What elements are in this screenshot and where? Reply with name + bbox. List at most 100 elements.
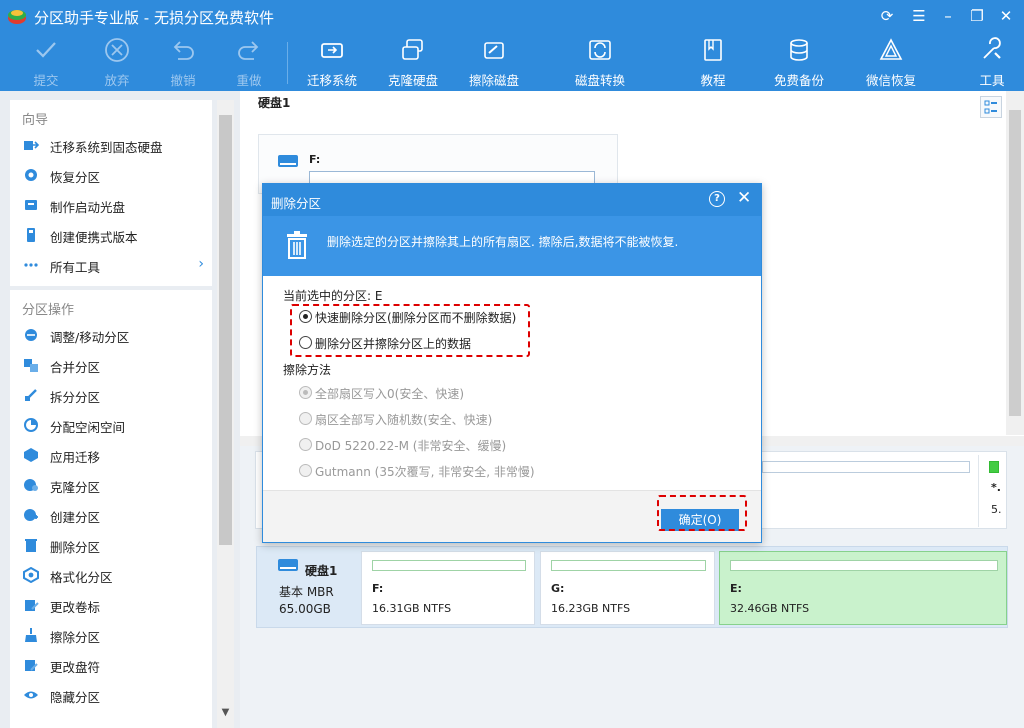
wipe-disk-button[interactable]: 擦除磁盘 [462, 32, 526, 91]
tools-button[interactable]: 工具 [968, 32, 1016, 91]
radio-dot[interactable] [299, 438, 312, 451]
label-icon [25, 600, 39, 611]
free-backup-label: 免费备份 [773, 73, 824, 88]
sidebar-item-label: 恢复分区 [50, 170, 101, 185]
disk-icon [278, 559, 298, 571]
partial-usage-bar [762, 461, 970, 473]
menu-icon[interactable]: ☰ [909, 6, 929, 26]
partition-bar [730, 560, 998, 571]
partition-letter: F: [372, 582, 384, 595]
toolbar-separator [287, 42, 288, 84]
sidebar-item-label: 分配空闲空间 [50, 420, 126, 435]
sidebar-item-split[interactable]: 拆分分区 [10, 381, 212, 409]
main-scroll-thumb[interactable] [1009, 110, 1021, 416]
title-bar: 分区助手专业版 - 无损分区免费软件 ⟳ ☰ – ❐ ✕ [0, 0, 1024, 32]
sidebar-item-drive-letter[interactable]: 更改盘符 [10, 651, 212, 679]
scroll-down-icon[interactable]: ▼ [217, 704, 234, 721]
radio-dot[interactable] [299, 386, 312, 399]
recover-icon [25, 169, 37, 181]
sidebar-item-label: 迁移系统到固态硬盘 [50, 140, 163, 155]
disk-convert-icon [589, 40, 611, 60]
current-partition-label: 当前选中的分区: E [283, 289, 383, 303]
sidebar-item-app-migrate[interactable]: 应用迁移 [10, 441, 212, 469]
undo-button[interactable]: 撤销 [154, 32, 212, 91]
refresh-icon[interactable]: ⟳ [877, 6, 897, 26]
tutorial-button[interactable]: 教程 [684, 32, 742, 91]
window-title: 分区助手专业版 - 无损分区免费软件 [34, 9, 274, 27]
partition-cell-f[interactable]: F: 16.31GB NTFS [361, 551, 535, 625]
disk-convert-button[interactable]: 磁盘转换 [567, 32, 633, 91]
sidebar-item-label: 创建分区 [50, 510, 101, 525]
sidebar-scroll-thumb[interactable] [219, 115, 232, 545]
help-icon[interactable]: ? [709, 191, 725, 207]
sidebar-item-clone-partition[interactable]: 克隆分区 [10, 471, 212, 499]
disk-info: 硬盘1 基本 MBR 65.00GB [257, 547, 357, 627]
radio-label: 扇区全部写入随机数(安全、快速) [315, 413, 493, 427]
sidebar-item-migrate-ssd[interactable]: 迁移系统到固态硬盘 [10, 131, 212, 159]
app-window: 分区助手专业版 - 无损分区免费软件 ⟳ ☰ – ❐ ✕ 提交 放弃 撤销 重做… [0, 0, 1024, 728]
sidebar-item-allocate[interactable]: 分配空闲空间 [10, 411, 212, 439]
maximize-icon[interactable]: ❐ [967, 6, 987, 26]
resize-icon [25, 329, 37, 341]
dialog-warning-text: 删除选定的分区并擦除其上的所有扇区. 擦除后,数据将不能被恢复. [327, 235, 679, 249]
migrate-os-button[interactable]: 迁移系统 [300, 32, 364, 91]
view-toggle-icon[interactable] [980, 96, 1002, 118]
sidebar-item-delete-partition[interactable]: 删除分区 [10, 531, 212, 559]
partition-letter: E: [730, 582, 742, 595]
redo-icon [238, 41, 259, 60]
hide-icon [24, 691, 38, 699]
sidebar-item-label: 应用迁移 [50, 450, 101, 465]
sidebar-item-wipe-partition[interactable]: 擦除分区 [10, 621, 212, 649]
discard-button[interactable]: 放弃 [88, 32, 146, 91]
sidebar-item-hide[interactable]: 隐藏分区 [10, 681, 212, 709]
sidebar-item-label: 所有工具 [50, 260, 101, 275]
check-icon [36, 42, 56, 58]
sidebar-item-label: 格式化分区 [50, 570, 113, 585]
sidebar-item-all-tools[interactable]: 所有工具 › [10, 251, 212, 279]
sidebar-item-merge[interactable]: 合并分区 [10, 351, 212, 379]
wechat-recovery-button[interactable]: 微信恢复 [857, 32, 925, 91]
format-icon [23, 567, 39, 583]
sidebar-item-create-partition[interactable]: 创建分区 [10, 501, 212, 529]
all-tools-icon [24, 263, 38, 267]
partition-size: 16.31GB NTFS [372, 602, 452, 615]
sidebar-item-change-label[interactable]: 更改卷标 [10, 591, 212, 619]
partition-cell-e[interactable]: E: 32.46GB NTFS [719, 551, 1007, 625]
sidebar-item-label: 隐藏分区 [50, 690, 101, 705]
partial-label: *. [991, 481, 1001, 494]
partition-ops-title: 分区操作 [22, 303, 75, 318]
redo-button[interactable]: 重做 [220, 32, 278, 91]
sidebar-item-portable[interactable]: 创建便携式版本 [10, 221, 212, 249]
free-backup-button[interactable]: 免费备份 [765, 32, 833, 91]
sidebar-item-label: 拆分分区 [50, 390, 101, 405]
wipe-disk-label: 擦除磁盘 [468, 73, 519, 88]
sidebar-item-recover[interactable]: 恢复分区 [10, 161, 212, 189]
dialog-close-icon[interactable]: ✕ [737, 188, 751, 208]
sidebar-item-label: 调整/移动分区 [50, 330, 130, 345]
clone-disk-button[interactable]: 克隆硬盘 [381, 32, 445, 91]
backup-icon [790, 39, 808, 61]
sidebar-item-label: 更改卷标 [50, 600, 101, 615]
radio-label: DoD 5220.22-M (非常安全、缓慢) [315, 439, 507, 453]
disk-row[interactable]: 硬盘1 基本 MBR 65.00GB F: 16.31GB NTFS G: 16… [256, 546, 1008, 628]
create-partition-icon [24, 509, 38, 521]
migrate-os-label: 迁移系统 [306, 73, 357, 88]
partition-ops-section: 分区操作 调整/移动分区 合并分区 拆分分区 分配空闲空间 应用迁移 克隆分区 … [10, 290, 212, 728]
undo-label: 撤销 [170, 73, 196, 88]
boot-disc-icon [25, 200, 37, 210]
portable-icon [27, 228, 35, 242]
discard-label: 放弃 [104, 73, 130, 88]
partition-cell-g[interactable]: G: 16.23GB NTFS [540, 551, 715, 625]
toolbar: 提交 放弃 撤销 重做 迁移系统 克隆硬盘 擦除磁盘 磁盘转换 教程 免费备份 … [0, 32, 1024, 91]
close-icon[interactable]: ✕ [996, 6, 1016, 26]
minimize-icon[interactable]: – [938, 6, 958, 26]
sidebar-item-format[interactable]: 格式化分区 [10, 561, 212, 589]
radio-dot[interactable] [299, 464, 312, 477]
partition-bar [372, 560, 526, 571]
sidebar-item-resize[interactable]: 调整/移动分区 [10, 321, 212, 349]
submit-button[interactable]: 提交 [17, 32, 75, 91]
radio-dot[interactable] [299, 412, 312, 425]
sidebar-item-label: 创建便携式版本 [50, 230, 138, 245]
sidebar-item-boot-disc[interactable]: 制作启动光盘 [10, 191, 212, 219]
dialog-banner: 删除选定的分区并擦除其上的所有扇区. 擦除后,数据将不能被恢复. [263, 216, 761, 276]
